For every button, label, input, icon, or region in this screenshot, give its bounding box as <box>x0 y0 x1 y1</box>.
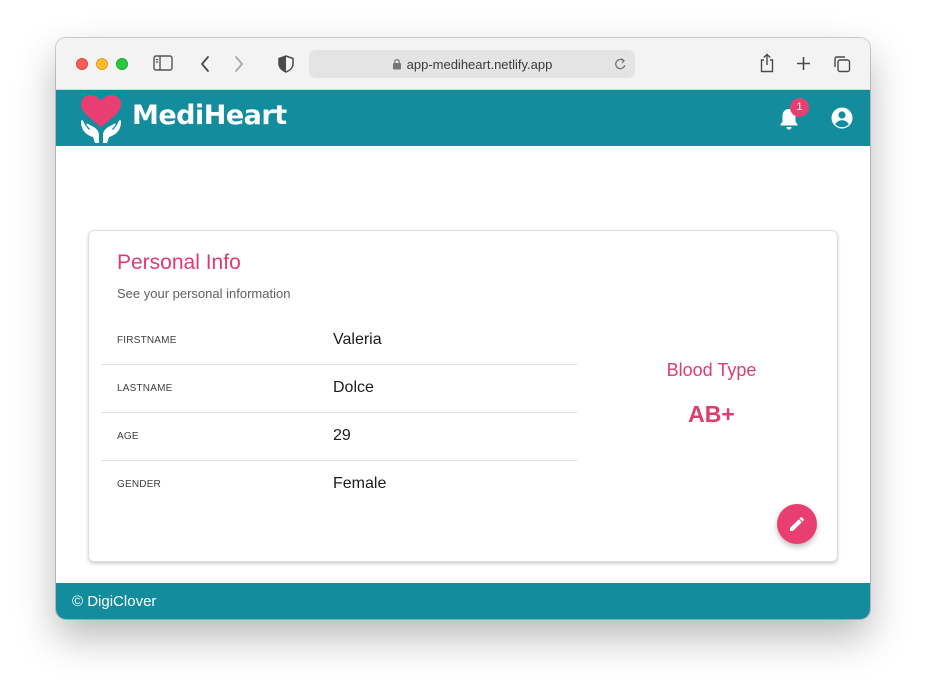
shield-icon[interactable] <box>278 55 294 73</box>
pencil-icon <box>788 515 806 533</box>
info-key: GENDER <box>117 479 161 490</box>
app-footer: © DigiClover <box>56 583 870 619</box>
card-subtitle: See your personal information <box>117 286 291 301</box>
account-circle-icon[interactable] <box>830 106 854 135</box>
info-row-firstname: FIRSTNAME Valeria <box>101 317 577 365</box>
zoom-window-button[interactable] <box>116 58 128 70</box>
notification-badge: 1 <box>790 98 809 117</box>
info-row-gender: GENDER Female <box>101 461 577 509</box>
info-row-lastname: LASTNAME Dolce <box>101 365 577 413</box>
close-window-button[interactable] <box>76 58 88 70</box>
chevron-left-icon[interactable] <box>199 55 211 73</box>
card-title: Personal Info <box>117 251 241 274</box>
tabs-overview-icon[interactable] <box>833 55 851 73</box>
app-header: MediHeart 1 <box>56 90 870 146</box>
lock-icon <box>392 58 402 70</box>
reload-icon[interactable] <box>614 57 627 74</box>
url-text: app-mediheart.netlify.app <box>406 56 553 72</box>
blood-type-value: AB+ <box>688 401 735 427</box>
address-bar[interactable]: app-mediheart.netlify.app <box>309 50 635 78</box>
chevron-right-icon[interactable] <box>233 55 245 73</box>
info-key: LASTNAME <box>117 383 173 394</box>
edit-button[interactable] <box>777 504 817 544</box>
brand-name[interactable]: MediHeart <box>132 100 287 131</box>
browser-window: app-mediheart.netlify.app MediHeart 1 Pe… <box>56 38 870 619</box>
info-value: Valeria <box>333 331 382 348</box>
personal-info-card: Personal Info See your personal informat… <box>88 230 838 562</box>
browser-toolbar: app-mediheart.netlify.app <box>56 38 870 90</box>
info-key: AGE <box>117 431 139 442</box>
footer-copyright: © DigiClover <box>72 593 157 610</box>
plus-icon[interactable] <box>796 56 811 71</box>
info-row-age: AGE 29 <box>101 413 577 461</box>
minimize-window-button[interactable] <box>96 58 108 70</box>
info-value: Dolce <box>333 379 374 396</box>
info-key: FIRSTNAME <box>117 335 177 346</box>
sidebar-icon[interactable] <box>153 55 173 71</box>
blood-type-label: Blood Type <box>666 360 757 380</box>
share-icon[interactable] <box>759 53 775 73</box>
info-value: 29 <box>333 427 351 444</box>
info-value: Female <box>333 475 387 492</box>
heart-hands-logo[interactable] <box>78 94 124 149</box>
